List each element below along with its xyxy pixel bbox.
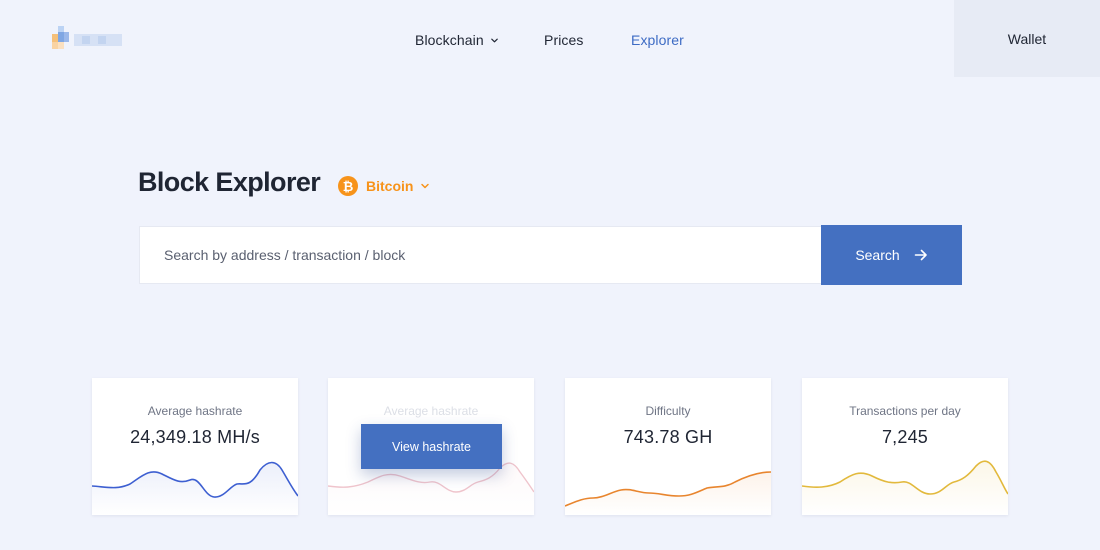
search-input[interactable] (140, 227, 821, 283)
card-value: 7,245 (881, 427, 929, 447)
arrow-right-icon (914, 249, 927, 261)
top-header: Blockchain Prices Explorer Wallet (0, 0, 1100, 77)
stat-card-transactions[interactable]: Transactions per day 7,245 (802, 378, 1008, 515)
coin-label: Bitcoin (366, 178, 414, 194)
sparkline-chart (565, 471, 771, 515)
wallet-button[interactable]: Wallet (954, 0, 1100, 77)
search-button[interactable]: Search (821, 225, 962, 285)
chevron-down-icon (421, 183, 430, 189)
chevron-down-icon (490, 38, 498, 42)
card-label: Difficulty (645, 404, 691, 418)
sparkline-chart (92, 461, 298, 515)
stat-card-hashrate[interactable]: Average hashrate 24,349.18 MH/s (92, 378, 298, 515)
page-title: Block Explorer (138, 167, 321, 197)
card-label: Average hashrate (147, 404, 243, 418)
search-box (139, 226, 821, 284)
brand-logo[interactable] (52, 26, 122, 50)
stat-card-difficulty[interactable]: Difficulty 743.78 GH (565, 378, 771, 515)
card-value: 24,349.18 MH/s (130, 427, 260, 447)
stat-card-hashrate-hover[interactable]: Average hashrate View hashrate (328, 378, 534, 515)
nav-explorer[interactable]: Explorer (631, 32, 684, 48)
card-value: 743.78 GH (623, 427, 713, 447)
card-label: Transactions per day (849, 404, 961, 418)
nav-prices[interactable]: Prices (544, 32, 584, 48)
sparkline-chart (802, 460, 1008, 515)
bitcoin-icon: ₿ (338, 176, 358, 196)
search-button-label: Search (855, 247, 900, 263)
coin-selector[interactable]: ₿ Bitcoin (338, 175, 430, 197)
view-hashrate-button[interactable]: View hashrate (361, 424, 502, 469)
card-label: Average hashrate (383, 404, 479, 418)
nav-blockchain[interactable]: Blockchain (415, 32, 499, 48)
nav-blockchain-label: Blockchain (415, 32, 484, 48)
